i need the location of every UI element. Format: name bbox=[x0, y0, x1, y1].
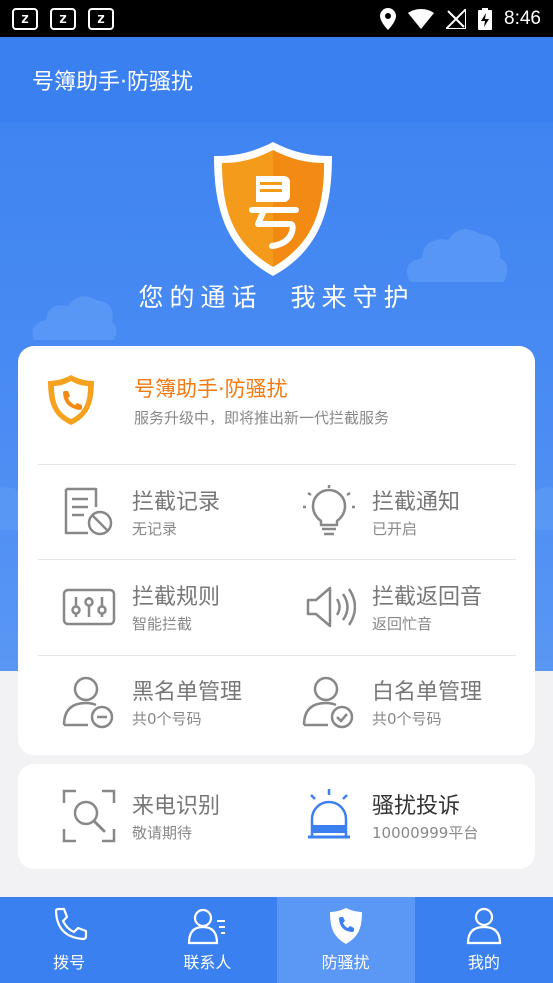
intercept-tone-item[interactable]: 拦截返回音 返回忙音 bbox=[302, 579, 482, 634]
cell-subtitle: 共0个号码 bbox=[372, 710, 442, 728]
brand-subtitle: 服务升级中，即将推出新一代拦截服务 bbox=[134, 408, 390, 427]
shield-phone-icon bbox=[329, 908, 362, 944]
cell-subtitle: 已开启 bbox=[372, 520, 418, 538]
shield-phone-icon bbox=[48, 375, 94, 425]
hero-slogan: 您的通话 我来守护 bbox=[138, 283, 415, 312]
scan-search-icon bbox=[62, 789, 116, 842]
notification-icon: z bbox=[50, 7, 76, 30]
contacts-icon bbox=[188, 908, 226, 945]
sliders-icon bbox=[62, 588, 116, 625]
shield-logo-icon bbox=[214, 142, 332, 276]
no-signal-icon bbox=[446, 8, 467, 29]
divider bbox=[38, 655, 516, 656]
cell-title: 骚扰投诉 bbox=[372, 794, 461, 819]
cell-title: 来电识别 bbox=[132, 794, 221, 819]
document-block-icon bbox=[64, 487, 113, 535]
tab-label: 联系人 bbox=[183, 953, 232, 972]
lightbulb-icon bbox=[303, 484, 355, 535]
intercept-record-item[interactable]: 拦截记录 无记录 bbox=[62, 484, 220, 539]
tab-label: 我的 bbox=[467, 953, 500, 972]
cell-subtitle: 无记录 bbox=[132, 520, 178, 538]
app-title: 号簿助手·防骚扰 bbox=[32, 70, 193, 95]
clock: 8:46 bbox=[504, 7, 541, 29]
speaker-icon bbox=[306, 586, 356, 627]
tab-profile[interactable]: 我的 bbox=[415, 897, 553, 983]
brand-title: 号簿助手·防骚扰 bbox=[134, 376, 288, 401]
notification-icon: z bbox=[12, 7, 38, 30]
tab-dial[interactable]: 拨号 bbox=[0, 897, 138, 983]
notification-icon: z bbox=[88, 7, 114, 30]
cell-subtitle: 敬请期待 bbox=[132, 824, 193, 842]
harassment-report-item[interactable]: 骚扰投诉 10000999平台 bbox=[302, 788, 478, 843]
user-minus-icon bbox=[62, 676, 114, 728]
whitelist-item[interactable]: 白名单管理共0个号码 bbox=[302, 674, 482, 729]
battery-charging-icon bbox=[478, 7, 493, 30]
bottom-tab-bar: 拨号 联系人 防骚扰 我的 bbox=[0, 897, 553, 983]
phone-icon bbox=[55, 907, 88, 941]
tab-label: 防骚扰 bbox=[321, 953, 370, 972]
status-bar: z z z 8:46 bbox=[0, 0, 553, 37]
cell-title: 拦截记录 bbox=[132, 490, 221, 515]
profile-icon bbox=[466, 907, 501, 945]
divider bbox=[38, 559, 516, 560]
caller-id-item[interactable]: 来电识别 敬请期待 bbox=[62, 788, 220, 843]
cell-subtitle: 共0个号码 bbox=[132, 710, 202, 728]
tab-label: 拨号 bbox=[53, 953, 86, 972]
cell-title: 白名单管理 bbox=[372, 680, 483, 705]
intercept-notice-item[interactable]: 拦截通知 已开启 bbox=[302, 484, 460, 539]
app-bar: 号簿助手·防骚扰 bbox=[0, 37, 553, 123]
tab-contacts[interactable]: 联系人 bbox=[138, 897, 276, 983]
tab-anti-harassment[interactable]: 防骚扰 bbox=[276, 897, 415, 983]
location-icon bbox=[380, 7, 397, 30]
cell-subtitle: 10000999平台 bbox=[372, 824, 479, 842]
cloud-decoration bbox=[406, 229, 508, 282]
cell-title: 拦截返回音 bbox=[372, 585, 483, 610]
intercept-rules-item[interactable]: 拦截规则 智能拦截 bbox=[62, 579, 220, 634]
cell-title: 拦截通知 bbox=[372, 490, 461, 515]
cell-title: 黑名单管理 bbox=[132, 680, 243, 705]
brand-header[interactable]: 号簿助手·防骚扰 服务升级中，即将推出新一代拦截服务 bbox=[46, 370, 506, 430]
divider bbox=[38, 464, 516, 465]
cell-subtitle: 智能拦截 bbox=[132, 615, 193, 633]
cell-subtitle: 返回忙音 bbox=[372, 615, 433, 633]
blacklist-item[interactable]: 黑名单管理共0个号码 bbox=[62, 674, 242, 729]
user-check-icon bbox=[302, 676, 354, 728]
cell-title: 拦截规则 bbox=[132, 585, 221, 610]
wifi-icon bbox=[408, 8, 435, 29]
alarm-siren-icon bbox=[308, 788, 350, 838]
